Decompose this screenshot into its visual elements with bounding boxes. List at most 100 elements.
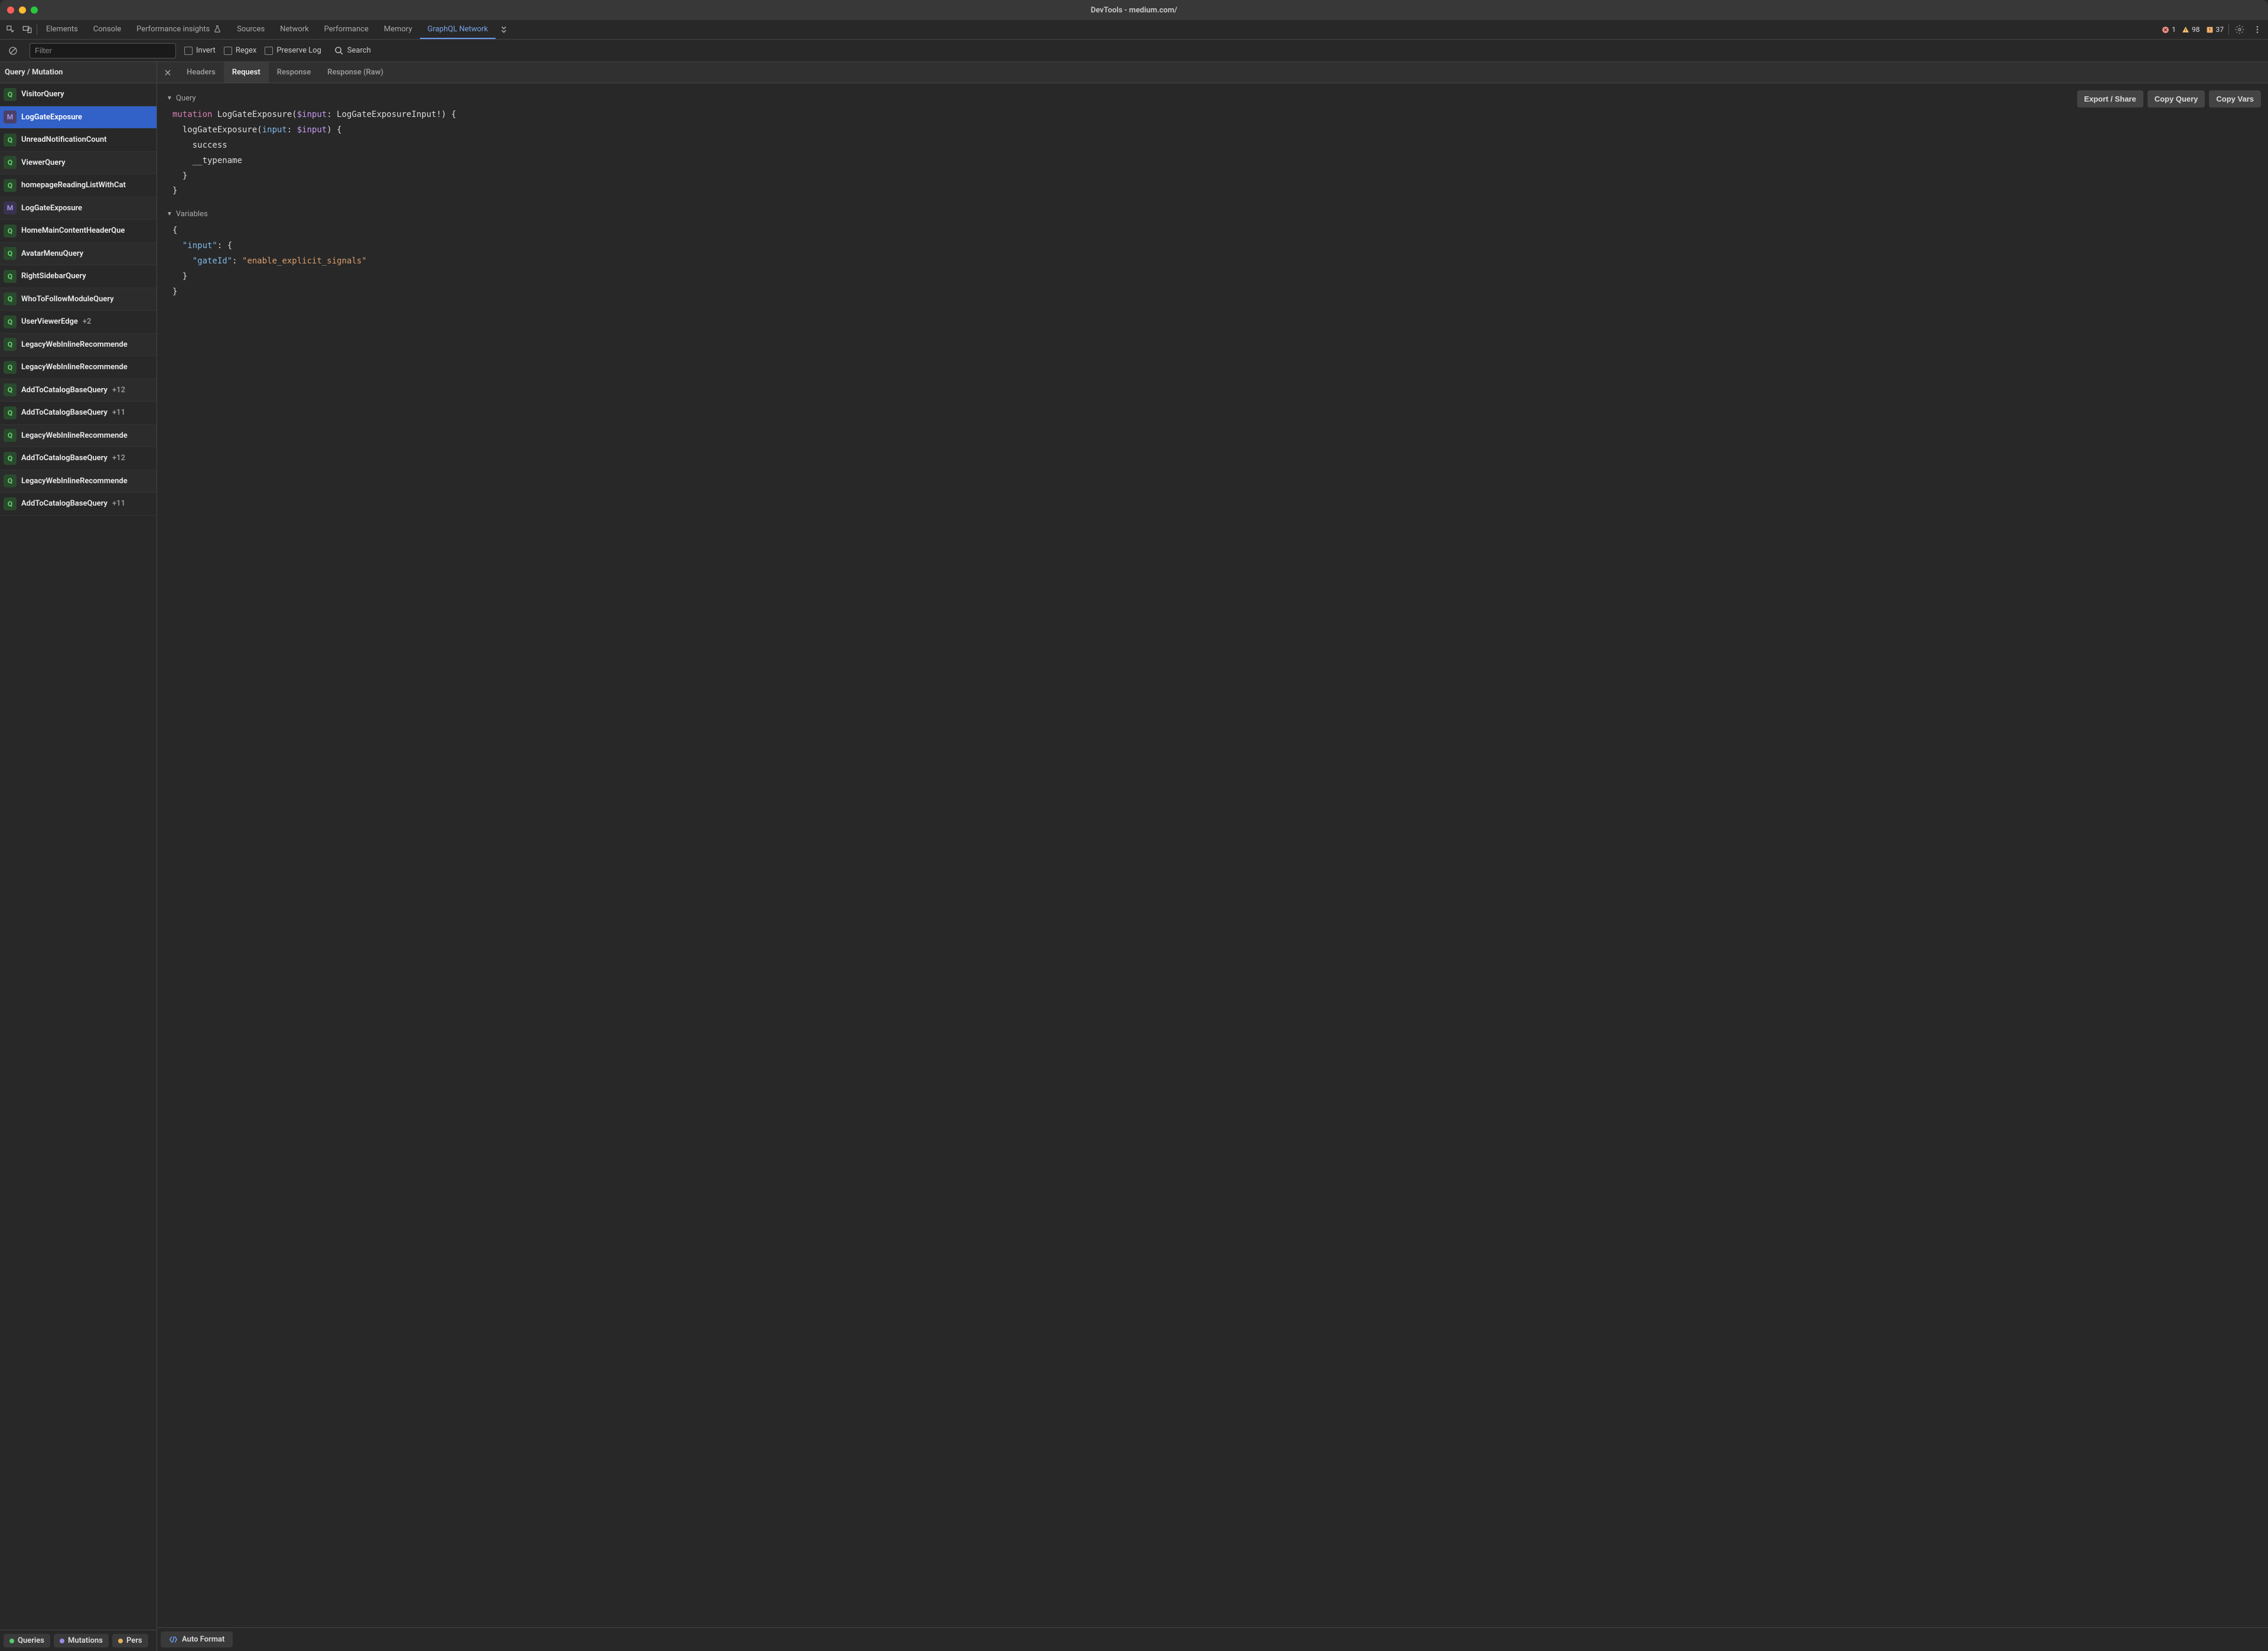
operation-name: ViewerQuery <box>21 158 66 167</box>
operation-item[interactable]: Q HomeMainContentHeaderQue <box>0 220 157 243</box>
search-button[interactable]: Search <box>334 46 371 56</box>
operation-item[interactable]: QLegacyWebInlineRecommende <box>0 425 157 448</box>
tab-sources[interactable]: Sources <box>229 20 272 39</box>
export-button[interactable]: Export / Share <box>2077 90 2143 108</box>
checkbox-icon <box>265 47 273 55</box>
dot-icon <box>9 1639 14 1643</box>
operation-item[interactable]: QLegacyWebInlineRecommende <box>0 356 157 379</box>
checkbox-preserve-log[interactable]: Preserve Log <box>265 46 321 55</box>
operation-extra-count: +11 <box>112 499 125 508</box>
operation-name: LegacyWebInlineRecommende <box>21 431 128 440</box>
section-query-label: Query <box>176 94 196 103</box>
operation-name: LegacyWebInlineRecommende <box>21 477 128 486</box>
operation-item[interactable]: QUserViewerEdge+2 <box>0 311 157 334</box>
checkbox-regex[interactable]: Regex <box>224 46 257 55</box>
operation-item[interactable]: QWhoToFollowModuleQuery <box>0 288 157 311</box>
tab-elements[interactable]: Elements <box>38 20 86 39</box>
operation-item[interactable]: QRightSidebarQuery <box>0 265 157 288</box>
kebab-menu-icon[interactable] <box>2249 21 2266 38</box>
device-toggle-icon[interactable] <box>19 21 35 38</box>
divider <box>2228 24 2229 35</box>
chip-persisted[interactable]: Pers <box>112 1634 148 1647</box>
tab-perf-insights[interactable]: Performance insights <box>129 20 229 39</box>
operation-item[interactable]: QAvatarMenuQuery <box>0 243 157 266</box>
flask-icon <box>213 25 221 33</box>
status-errors[interactable]: 1 <box>2159 25 2178 34</box>
operation-item[interactable]: QLegacyWebInlineRecommende <box>0 334 157 357</box>
filter-input[interactable] <box>30 43 176 58</box>
mutation-badge-icon: M <box>4 110 17 123</box>
copy-query-button[interactable]: Copy Query <box>2148 90 2205 108</box>
operation-item[interactable]: QUnreadNotificationCount <box>0 129 157 152</box>
checkbox-icon <box>184 47 193 55</box>
operation-name: RightSidebarQuery <box>21 272 86 281</box>
checkbox-preserve-log-label: Preserve Log <box>276 46 321 55</box>
dtab-response[interactable]: Response <box>269 62 320 83</box>
section-variables-header[interactable]: ▼ Variables <box>167 210 2259 219</box>
query-badge-icon: Q <box>4 88 17 101</box>
tab-performance[interactable]: Performance <box>317 20 376 39</box>
dot-icon <box>118 1639 123 1643</box>
operation-item[interactable]: QAddToCatalogBaseQuery+11 <box>0 402 157 425</box>
operation-name: AddToCatalogBaseQuery <box>21 386 107 395</box>
close-icon[interactable] <box>157 62 178 83</box>
status-errors-count: 1 <box>2172 25 2176 34</box>
tab-memory[interactable]: Memory <box>376 20 420 39</box>
inspect-icon[interactable] <box>2 21 19 38</box>
panel-toolbar: Invert Regex Preserve Log Search <box>0 40 2268 62</box>
status-warnings-count: 98 <box>2192 25 2200 34</box>
operation-item[interactable]: QAddToCatalogBaseQuery+12 <box>0 379 157 402</box>
query-badge-icon: Q <box>4 406 17 419</box>
tab-network[interactable]: Network <box>272 20 317 39</box>
tab-graphql-network[interactable]: GraphQL Network <box>420 20 496 39</box>
chip-mutations-label: Mutations <box>68 1636 103 1645</box>
operation-list: QVisitorQueryMLogGateExposureQUnreadNoti… <box>0 83 157 1630</box>
mutation-badge-icon: M <box>4 201 17 214</box>
operation-item[interactable]: QLegacyWebInlineRecommende <box>0 470 157 493</box>
operation-item[interactable]: Q ViewerQuery <box>0 152 157 175</box>
tab-perf-insights-label: Performance insights <box>136 25 210 34</box>
dtab-response-raw[interactable]: Response (Raw) <box>319 62 392 83</box>
query-badge-icon: Q <box>4 179 17 192</box>
error-icon <box>2162 26 2169 34</box>
operation-item[interactable]: QVisitorQuery <box>0 83 157 106</box>
section-variables-label: Variables <box>176 210 208 219</box>
operation-item[interactable]: MLogGateExposure <box>0 197 157 220</box>
dtab-request[interactable]: Request <box>224 62 269 83</box>
tab-console[interactable]: Console <box>86 20 129 39</box>
variables-code: { "input": { "gateId": "enable_explicit_… <box>167 223 2259 308</box>
operation-name: HomeMainContentHeaderQue <box>21 226 125 235</box>
auto-format-button[interactable]: Auto Format <box>161 1632 233 1647</box>
operation-item[interactable]: MLogGateExposure <box>0 106 157 129</box>
query-badge-icon: Q <box>4 224 17 237</box>
auto-format-label: Auto Format <box>182 1635 224 1644</box>
titlebar: DevTools - medium.com/ <box>0 0 2268 20</box>
chip-persisted-label: Pers <box>126 1636 142 1645</box>
operation-extra-count: +12 <box>112 386 125 395</box>
clear-icon[interactable] <box>5 43 21 59</box>
operation-name: AddToCatalogBaseQuery <box>21 499 107 508</box>
operation-extra-count: +11 <box>112 408 125 417</box>
warning-icon <box>2182 26 2189 34</box>
checkbox-invert[interactable]: Invert <box>184 46 216 55</box>
dtab-headers[interactable]: Headers <box>178 62 224 83</box>
chip-mutations[interactable]: Mutations <box>54 1634 109 1647</box>
operation-item[interactable]: QhomepageReadingListWithCat <box>0 174 157 197</box>
copy-vars-button[interactable]: Copy Vars <box>2209 90 2261 108</box>
caret-down-icon: ▼ <box>167 95 172 102</box>
overflow-tabs-icon[interactable] <box>496 21 512 38</box>
operation-extra-count: +2 <box>83 317 92 326</box>
settings-icon[interactable] <box>2231 21 2248 38</box>
query-badge-icon: Q <box>4 247 17 260</box>
section-query-header[interactable]: ▼ Query <box>167 94 2259 103</box>
status-warnings[interactable]: 98 <box>2179 25 2202 34</box>
operation-item[interactable]: QAddToCatalogBaseQuery+12 <box>0 447 157 470</box>
status-issues[interactable]: 37 <box>2204 25 2227 34</box>
sidebar-header: Query / Mutation <box>0 62 157 83</box>
query-badge-icon: Q <box>4 361 17 374</box>
operation-item[interactable]: QAddToCatalogBaseQuery+11 <box>0 493 157 516</box>
operation-name: UserViewerEdge <box>21 317 78 326</box>
query-badge-icon: Q <box>4 338 17 351</box>
query-badge-icon: Q <box>4 156 17 169</box>
chip-queries[interactable]: Queries <box>4 1634 50 1647</box>
